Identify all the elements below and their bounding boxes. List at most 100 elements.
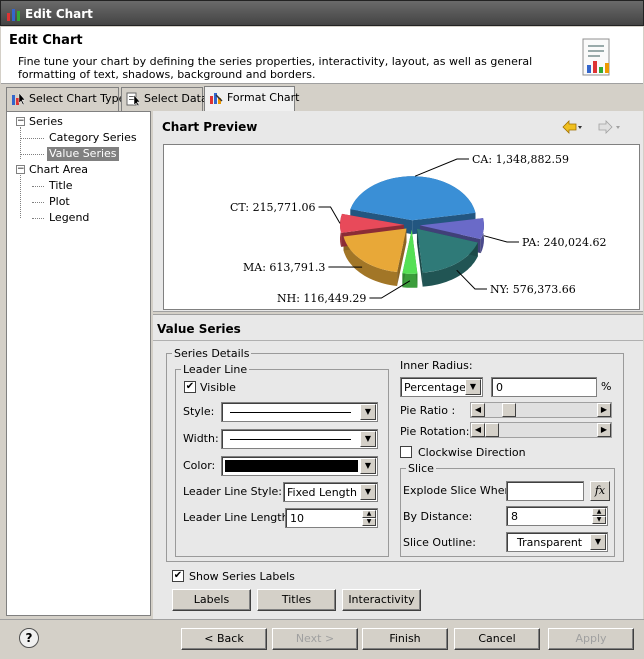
cancel-button[interactable]: Cancel (454, 628, 540, 650)
slider-thumb[interactable] (501, 403, 516, 417)
titles-button[interactable]: Titles (257, 589, 336, 611)
tree-connector (20, 175, 21, 218)
tab-format-chart[interactable]: Format Chart (204, 86, 300, 111)
interactivity-button[interactable]: Interactivity (342, 589, 421, 611)
labels-button[interactable]: Labels (172, 589, 251, 611)
tree-connector (32, 218, 44, 219)
visible-checkbox[interactable]: ✔ (184, 381, 196, 393)
tab-label: Select Data (144, 92, 208, 105)
tree-item-chart-area[interactable]: Chart Area (29, 163, 88, 177)
tree-connector (20, 138, 44, 139)
inner-radius-unit-value: Percentage (404, 381, 466, 394)
leader-line-style-select[interactable]: Fixed Length ▼ (283, 482, 378, 502)
function-fx-icon[interactable]: fx (590, 481, 610, 501)
spin-down-icon[interactable]: ▼ (362, 518, 376, 526)
slider-left-icon[interactable]: ◀ (471, 403, 485, 417)
slice-outline-value: Transparent (517, 536, 583, 549)
tab-strip: Select Chart Type Select Data Format Cha… (1, 86, 643, 111)
line-style-select[interactable]: ▼ (221, 402, 378, 422)
next-button[interactable]: Next > (272, 628, 358, 650)
inner-radius-input[interactable]: 0 (491, 377, 597, 397)
tree-item-legend[interactable]: Legend (49, 211, 89, 225)
data-label-nh: NH: 116,449.29 (277, 292, 366, 305)
data-label-pa: PA: 240,024.62 (522, 236, 607, 249)
tree-collapse-toggle-chart-area[interactable]: − (16, 165, 25, 174)
pie-rotation-label: Pie Rotation: (400, 425, 470, 438)
tab-label: Select Chart Type (29, 92, 126, 105)
finish-button[interactable]: Finish (362, 628, 448, 650)
spin-up-icon[interactable]: ▲ (592, 508, 606, 516)
data-label-ny: NY: 576,373.66 (490, 283, 576, 296)
line-style-sample (230, 412, 351, 413)
tree-connector (32, 202, 44, 203)
tree-item-series[interactable]: Series (29, 115, 63, 129)
cursor-chart-icon (12, 92, 26, 106)
tree-item-title[interactable]: Title (49, 179, 73, 193)
leader-line-length-spinner[interactable]: 10 ▲ ▼ (285, 508, 378, 528)
clockwise-label: Clockwise Direction (418, 446, 526, 459)
spin-down-icon[interactable]: ▼ (592, 516, 606, 524)
tree-item-category-series[interactable]: Category Series (49, 131, 137, 145)
explode-slice-label: Explode Slice When: (403, 484, 516, 497)
chart-document-icon (582, 38, 610, 76)
forward-arrow-icon[interactable] (597, 120, 621, 134)
tab-select-chart-type[interactable]: Select Chart Type (6, 87, 125, 111)
line-color-select[interactable]: ▼ (221, 456, 378, 476)
pie-ratio-label: Pie Ratio : (400, 404, 456, 417)
data-label-ca: CA: 1,348,882.59 (472, 153, 569, 166)
chart-app-icon (7, 9, 20, 21)
window-title: Edit Chart (25, 7, 93, 21)
apply-button[interactable]: Apply (548, 628, 634, 650)
dialog-header: Edit Chart Fine tune your chart by defin… (1, 27, 643, 84)
slider-left-icon[interactable]: ◀ (471, 423, 485, 437)
window-title-bar: Edit Chart (0, 0, 644, 26)
slider-right-icon[interactable]: ▶ (597, 403, 611, 417)
slice-legend: Slice (408, 462, 434, 475)
panel-splitter[interactable] (153, 311, 643, 315)
by-distance-value: 8 (511, 510, 518, 523)
leader-line-pa (483, 235, 519, 243)
format-tree: − Series Category Series Value Series − … (6, 111, 151, 616)
slider-thumb[interactable] (485, 423, 499, 437)
dropdown-arrow-icon: ▼ (360, 404, 376, 420)
tree-connector (20, 154, 44, 155)
tree-item-value-series[interactable]: Value Series (47, 147, 119, 161)
tree-item-plot[interactable]: Plot (49, 195, 70, 209)
percent-suffix: % (601, 380, 612, 393)
leader-line-ca (414, 158, 469, 177)
color-label: Color: (183, 459, 216, 472)
slice-outline-select[interactable]: Transparent ▼ (506, 532, 608, 552)
by-distance-spinner[interactable]: 8 ▲ ▼ (506, 506, 608, 526)
show-series-labels-checkbox[interactable]: ✔ (172, 570, 184, 582)
help-icon[interactable]: ? (19, 628, 39, 648)
dropdown-arrow-icon: ▼ (360, 431, 376, 447)
slice-outline-label: Slice Outline: (403, 536, 476, 549)
tab-select-data[interactable]: Select Data (121, 87, 208, 111)
inner-radius-value: 0 (496, 381, 503, 394)
clockwise-checkbox[interactable] (400, 446, 412, 458)
pie-rotation-slider[interactable]: ◀ ▶ (470, 422, 612, 438)
dropdown-arrow-icon: ▼ (360, 484, 376, 500)
pie-ratio-slider[interactable]: ◀ ▶ (470, 402, 612, 418)
leader-line-length-label: Leader Line Length: (183, 511, 293, 524)
data-cursor-icon (126, 92, 141, 106)
slider-right-icon[interactable]: ▶ (597, 423, 611, 437)
dropdown-arrow-icon: ▼ (360, 458, 376, 474)
leader-line-style-label: Leader Line Style: (183, 485, 282, 498)
inner-radius-unit-select[interactable]: Percentage ▼ (400, 377, 483, 397)
dropdown-arrow-icon: ▼ (590, 534, 606, 550)
format-chart-icon (210, 93, 223, 104)
back-button[interactable]: < Back (181, 628, 267, 650)
line-width-select[interactable]: ▼ (221, 429, 378, 449)
style-label: Style: (183, 405, 215, 418)
show-series-labels-label: Show Series Labels (189, 570, 295, 583)
value-series-title: Value Series (157, 322, 241, 336)
color-swatch (225, 460, 358, 472)
series-details-legend: Series Details (174, 347, 250, 360)
spin-up-icon[interactable]: ▲ (362, 510, 376, 518)
tree-connector (32, 186, 44, 187)
tree-collapse-toggle-series[interactable]: − (16, 117, 25, 126)
chart-preview-canvas: CA: 1,348,882.59 PA: 240,024.62 NY: 576,… (163, 144, 640, 310)
explode-slice-input[interactable] (506, 481, 584, 501)
back-arrow-icon[interactable] (562, 120, 582, 134)
